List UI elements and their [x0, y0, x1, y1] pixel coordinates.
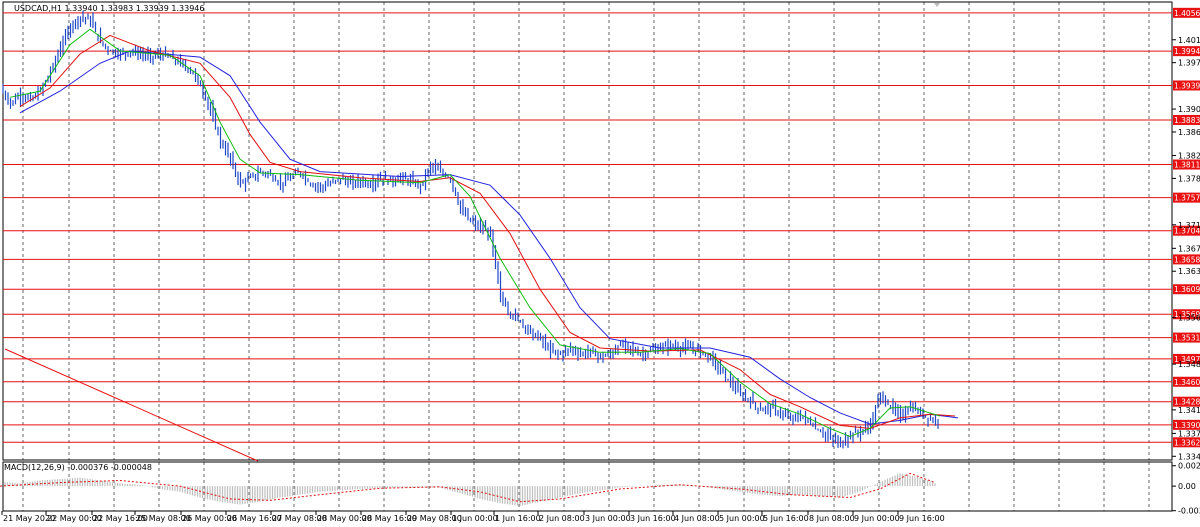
price-tick-label: 1.36760: [1178, 244, 1200, 253]
time-tick-label: 9 Jun 16:00: [899, 514, 945, 523]
price-tick-label: 1.35640: [1178, 314, 1200, 323]
price-tick-label: 1.36390: [1178, 267, 1200, 276]
time-tick-label: 1 Jun 16:00: [495, 514, 541, 523]
time-tick-label: 8 Jun 08:00: [809, 514, 855, 523]
level-label: 1.37579: [1174, 194, 1200, 203]
price-tick-label: 1.33770: [1178, 429, 1200, 438]
time-tick-label: 1 Jun 00:00: [452, 514, 498, 523]
level-label: 1.40565: [1174, 9, 1200, 18]
price-tick-label: 1.39760: [1178, 59, 1200, 68]
price-tick-label: 1.37890: [1178, 174, 1200, 183]
level-label: 1.38114: [1174, 161, 1200, 170]
price-tick-label: 1.40130: [1178, 36, 1200, 45]
time-tick-label: 5 Jun 00:00: [719, 514, 765, 523]
chart-header: USDCAD,H1 1.33940 1.33983 1.33939 1.3394…: [14, 4, 204, 13]
level-label: 1.34604: [1174, 378, 1200, 387]
level-label: 1.36581: [1174, 255, 1200, 264]
time-tick-label: 2 Jun 08:00: [539, 514, 585, 523]
price-tick-label: 1.38640: [1178, 128, 1200, 137]
level-label: 1.39391: [1174, 81, 1200, 90]
time-tick-label: 9 Jun 00:00: [854, 514, 900, 523]
macd-header: MACD(12,26,9) -0.000376 -0.000048: [4, 463, 152, 472]
time-tick-label: 3 Jun 00:00: [585, 514, 631, 523]
trading-chart[interactable]: 1.40565 1.39946 1.39391 1.38834 1.38114 1.375…: [0, 0, 1200, 527]
price-tick-label: 1.34150: [1178, 406, 1200, 415]
time-tick-label: 3 Jun 16:00: [630, 514, 676, 523]
macd-tick-label: -0.003456: [1178, 507, 1200, 516]
level-label: 1.38834: [1174, 116, 1200, 125]
chart-background: [0, 0, 1200, 527]
price-tick-label: 1.39010: [1178, 105, 1200, 114]
price-tick-label: 1.38260: [1178, 151, 1200, 160]
macd-tick-label: 0.002876: [1178, 462, 1200, 471]
time-tick-label: 4 Jun 08:00: [674, 514, 720, 523]
price-tick-label: 1.34890: [1178, 360, 1200, 369]
time-tick-label: 5 Jun 16:00: [763, 514, 809, 523]
level-label: 1.33626: [1174, 438, 1200, 447]
level-label: 1.35318: [1174, 334, 1200, 343]
level-label: 1.36099: [1174, 285, 1200, 294]
price-tick-label: 1.33400: [1178, 452, 1200, 461]
level-label: 1.39946: [1174, 47, 1200, 56]
price-tick-label: 1.37140: [1178, 221, 1200, 230]
macd-tick-label: 0.00: [1178, 482, 1196, 491]
